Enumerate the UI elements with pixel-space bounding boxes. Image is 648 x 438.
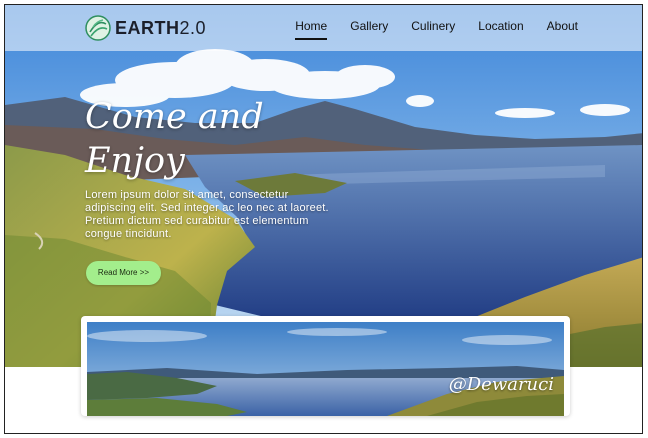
hero-landscape-image [5,5,642,367]
photo-credit: @Dewaruci [448,374,554,395]
lake-panorama-illustration [87,322,564,416]
earth-leaf-icon [85,15,111,41]
hero-title-line-1: Come and [85,97,264,137]
hero-section [5,5,642,367]
hero-description: Lorem ipsum dolor sit amet, consectetur … [85,189,329,240]
main-nav: Home Gallery Culinery Location About [295,19,578,40]
featured-photo-card: @Dewaruci [81,316,570,416]
lake-panorama-image: @Dewaruci [87,322,564,416]
nav-culinery-link[interactable]: Culinery [411,19,455,33]
brand-logo[interactable]: EARTH2.0 [85,14,206,42]
page-frame: EARTH2.0 Home Gallery Culinery Location … [4,4,643,434]
nav-gallery-link[interactable]: Gallery [350,19,388,33]
hero-title-line-2: Enjoy [85,141,185,181]
hero-title: Come and Enjoy [85,95,285,183]
brand-name: EARTH2.0 [115,17,207,38]
read-more-button[interactable]: Read More >> [86,261,161,285]
top-navbar: EARTH2.0 Home Gallery Culinery Location … [5,5,642,51]
nav-about-link[interactable]: About [547,19,578,33]
nav-home-link[interactable]: Home [295,19,328,40]
brand-version: 2.0 [179,17,207,38]
nav-location-link[interactable]: Location [478,19,523,33]
